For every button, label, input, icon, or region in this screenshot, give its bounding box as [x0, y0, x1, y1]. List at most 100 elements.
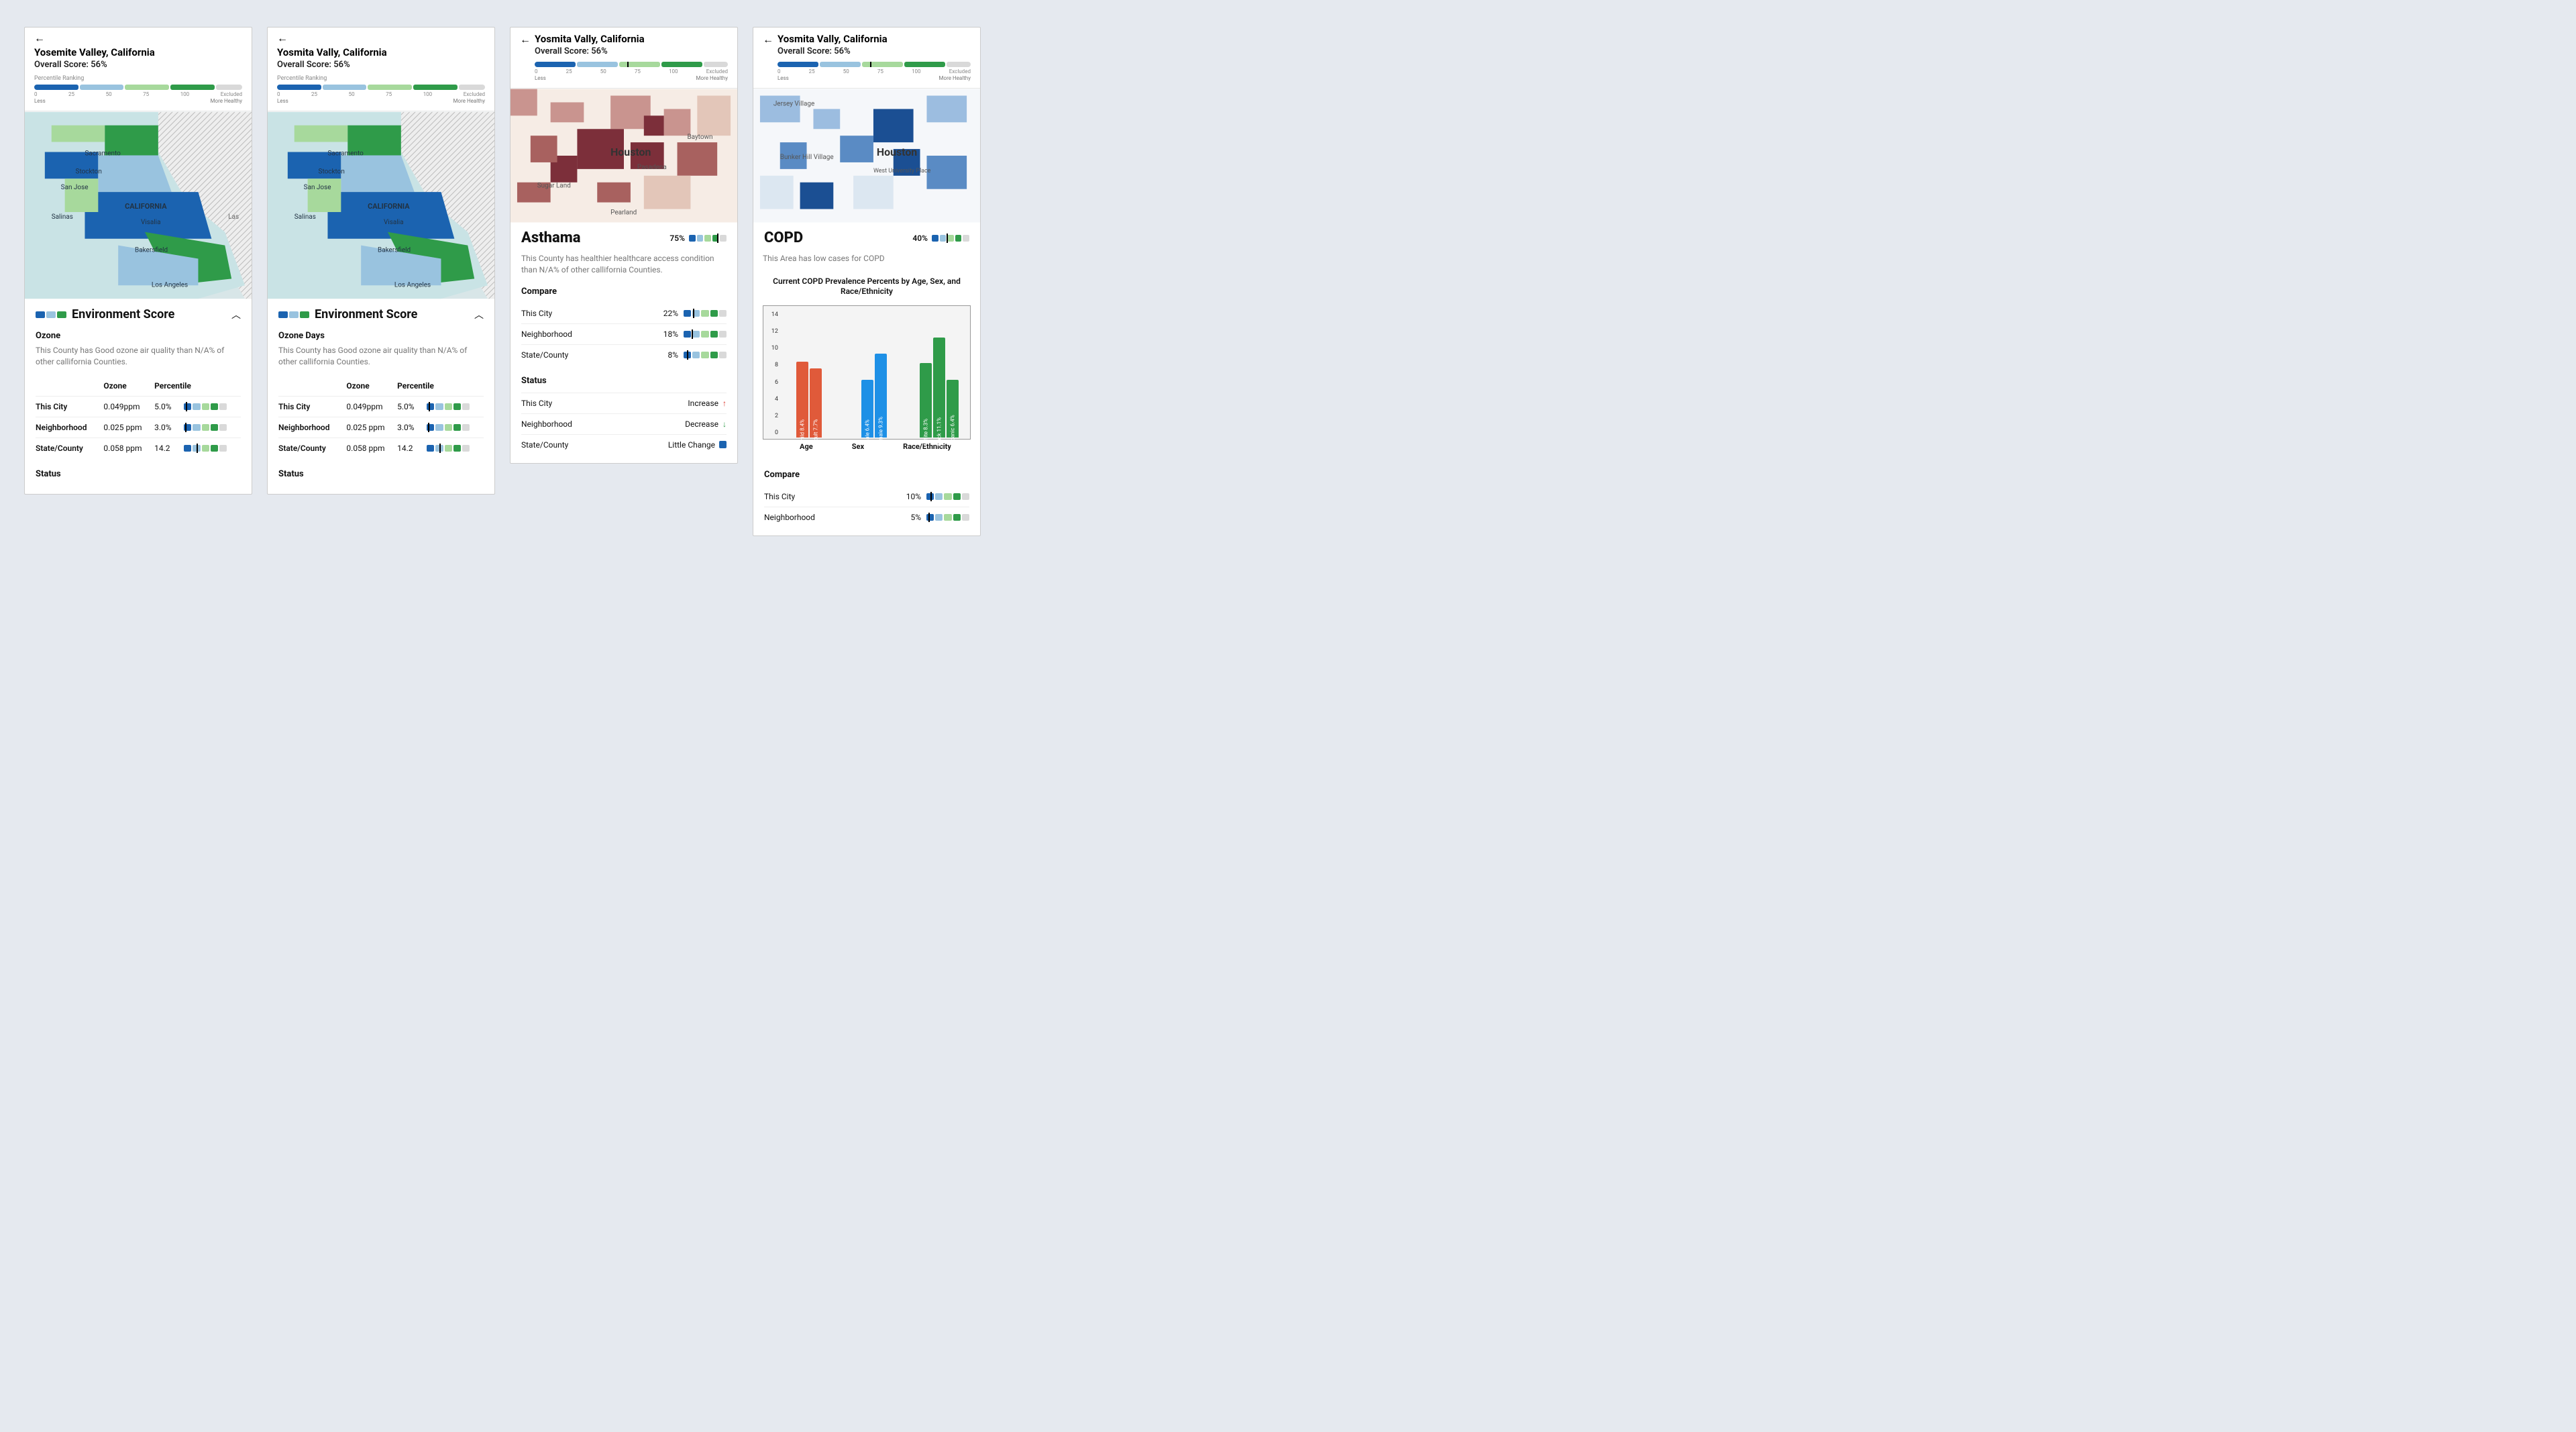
score-header[interactable]: Environment Score ︿ [278, 307, 484, 321]
bar-group: White 8.3% Black 11.1% Hispanic 6.4% [914, 311, 965, 438]
table-row: Neighborhood 0.025 ppm 3.0% [278, 417, 484, 438]
choropleth-map-houston[interactable]: Houston Pasadena Baytown Sugar Land Pear… [511, 89, 737, 223]
table-row: Neighborhood 0.025 ppm 3.0% [36, 417, 241, 438]
svg-text:West University Place: West University Place [873, 168, 931, 174]
svg-text:Los Angeles: Los Angeles [394, 281, 431, 289]
mini-bar [684, 352, 727, 358]
svg-text:Houston: Houston [877, 146, 917, 158]
chart-title: Current COPD Prevalence Percents by Age,… [753, 272, 980, 297]
svg-text:Los Angeles: Los Angeles [152, 281, 188, 289]
back-icon[interactable]: ← [34, 33, 45, 44]
compare-row: This City 22% [521, 303, 727, 323]
page-title: Yosmita Vally, California [277, 46, 485, 58]
mini-bar [684, 331, 727, 338]
table-row: State/County 0.058 ppm 14.2 [36, 438, 241, 458]
bar: Female 9.3% [875, 354, 887, 438]
mini-bar [932, 235, 969, 242]
mini-bar [184, 424, 227, 431]
svg-text:CALIFORNIA: CALIFORNIA [125, 202, 167, 211]
status-row: State/CountyLittle Change [521, 434, 727, 455]
bar: Adult 7.7% [810, 368, 822, 438]
panel-environment-ozone: ← Yosemite Valley, California Overall Sc… [24, 27, 252, 495]
metric-value: 75% [669, 234, 727, 243]
compare-heading: Compare [764, 470, 969, 480]
legend-labels: LessMore Healthy [34, 98, 242, 104]
chips-icon [278, 311, 309, 318]
svg-text:Bakersfield: Bakersfield [378, 247, 411, 254]
svg-text:Baytown: Baytown [687, 134, 712, 141]
metric-name: Asthama [521, 229, 581, 246]
svg-text:Salinas: Salinas [52, 213, 73, 221]
legend: Percentile Ranking 0255075100Excluded Le… [34, 75, 242, 104]
metric-description: This Area has low cases for COPD [763, 253, 971, 264]
svg-text:Salinas: Salinas [294, 213, 316, 221]
metric-table: Ozone Percentile This City 0.049ppm 5.0%… [36, 381, 241, 458]
mini-bar [689, 235, 727, 242]
legend-bar [34, 85, 242, 90]
mini-bar [427, 403, 470, 410]
svg-text:Stockton: Stockton [76, 168, 102, 175]
svg-text:Bunker Hill Village: Bunker Hill Village [780, 154, 834, 161]
table-row: This City 0.049ppm 5.0% [36, 396, 241, 417]
svg-text:Las: Las [228, 213, 239, 221]
svg-text:Houston: Houston [610, 146, 651, 158]
bar-group: Child 8.4% Adult 7.7% [784, 311, 834, 438]
compare-row: State/County 8% [521, 344, 727, 365]
square-icon [719, 441, 727, 448]
bar: White 8.3% [920, 363, 932, 438]
compare-row: Neighborhood 18% [521, 323, 727, 344]
choropleth-map-houston-blue[interactable]: Jersey Village Bunker Hill Village Houst… [753, 89, 980, 223]
arrow-up-icon: ↑ [722, 399, 727, 408]
table-row: This City 0.049ppm 5.0% [278, 396, 484, 417]
mini-bar [184, 403, 227, 410]
mini-bar [427, 424, 470, 431]
overall-score: Overall Score: 56% [277, 60, 485, 70]
metric-name: Ozone Days [278, 331, 484, 341]
status-row: This CityIncrease ↑ [521, 393, 727, 413]
page-title: Yosemite Valley, California [34, 46, 242, 58]
overall-score: Overall Score: 56% [777, 46, 971, 56]
bar: Hispanic 6.4% [947, 380, 959, 438]
metric-description: This County has healthier healthcare acc… [521, 253, 727, 276]
page-title: Yosmita Vally, California [535, 33, 728, 45]
status-heading: Status [521, 376, 727, 386]
svg-text:Stockton: Stockton [319, 168, 345, 175]
svg-text:San Jose: San Jose [61, 184, 89, 191]
metric-value: 40% [912, 234, 969, 243]
svg-text:Bakersfield: Bakersfield [135, 247, 168, 254]
bar: Black 11.1% [933, 338, 945, 438]
score-header[interactable]: Environment Score ︿ [36, 307, 241, 321]
svg-text:Pearland: Pearland [610, 209, 637, 216]
back-icon[interactable]: ← [520, 34, 531, 45]
chevron-up-icon[interactable]: ︿ [474, 308, 484, 321]
status-row: NeighborhoodDecrease ↓ [521, 413, 727, 434]
bar-group: Male 6.4% Female 9.3% [849, 311, 899, 438]
status-heading: Status [278, 469, 484, 479]
compare-row: This City 10% [764, 487, 969, 507]
metric-name: Ozone [36, 331, 241, 341]
page-title: Yosmita Vally, California [777, 33, 971, 45]
bar: Child 8.4% [796, 362, 808, 438]
back-icon[interactable]: ← [277, 33, 288, 44]
mini-bar [427, 445, 470, 452]
svg-text:Visalia: Visalia [384, 219, 404, 226]
svg-text:San Jose: San Jose [304, 184, 331, 191]
overall-score: Overall Score: 56% [34, 60, 242, 70]
choropleth-map-california[interactable]: Sacramento Stockton San Jose CALIFORNIA … [268, 111, 494, 299]
back-icon[interactable]: ← [763, 34, 773, 45]
legend-title: Percentile Ranking [34, 75, 242, 82]
compare-heading: Compare [521, 287, 727, 297]
metric-description: This County has Good ozone air quality t… [278, 345, 484, 368]
status-heading: Status [36, 469, 241, 479]
chevron-up-icon[interactable]: ︿ [231, 308, 241, 321]
svg-text:Jersey Village: Jersey Village [773, 100, 814, 107]
metric-table: Ozone Percentile This City 0.049ppm 5.0%… [278, 381, 484, 458]
panel-copd: ← Yosmita Vally, California Overall Scor… [753, 27, 981, 536]
bar: Male 6.4% [861, 380, 873, 438]
mini-bar [184, 445, 227, 452]
compare-row: Neighborhood 5% [764, 507, 969, 527]
svg-text:Sacramento: Sacramento [327, 150, 364, 157]
arrow-down-icon: ↓ [722, 419, 727, 429]
choropleth-map-california[interactable]: Sacramento Stockton San Jose CALIFORNIA … [25, 111, 252, 299]
table-row: State/County 0.058 ppm 14.2 [278, 438, 484, 458]
